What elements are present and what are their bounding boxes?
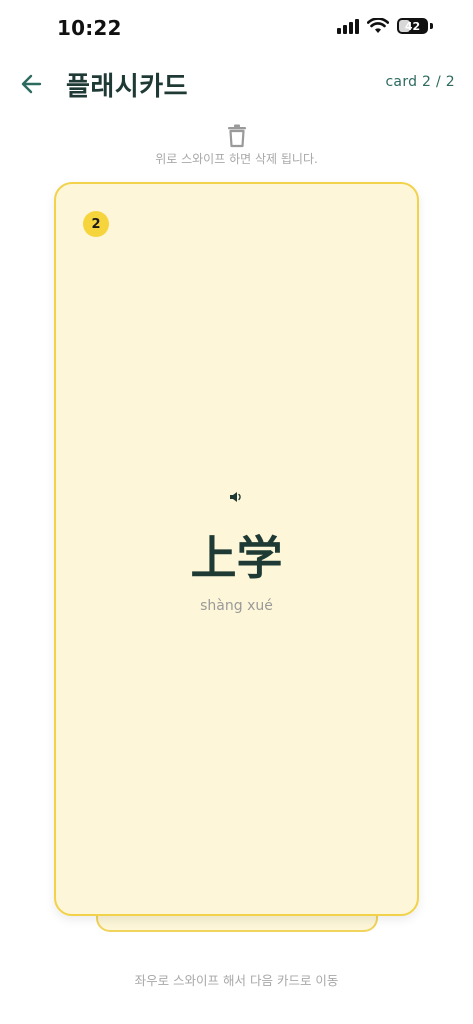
card-counter: card 2 / 2 — [385, 74, 455, 90]
back-button[interactable] — [18, 70, 46, 98]
battery-cap — [430, 23, 433, 29]
battery-level: 42 — [404, 19, 421, 33]
flashcard[interactable]: 2 上学 shàng xué — [54, 182, 419, 916]
status-bar: 10:22 42 — [0, 0, 473, 56]
delete-hint: 위로 스와이프 하면 삭제 됩니다. — [155, 152, 318, 166]
page-title: 플래시카드 — [66, 72, 189, 102]
arrow-left-icon — [21, 74, 42, 94]
cellular-signal-icon — [337, 18, 359, 34]
battery-icon: 42 — [397, 18, 428, 34]
speaker-icon[interactable] — [229, 490, 243, 504]
card-number-badge: 2 — [83, 211, 109, 237]
chinese-word: 上学 — [190, 531, 283, 585]
status-icons: 42 — [337, 18, 433, 34]
wifi-icon — [367, 18, 389, 33]
status-time: 10:22 — [57, 16, 122, 40]
app-header: 플래시카드 card 2 / 2 — [0, 56, 473, 112]
trash-icon — [228, 124, 246, 148]
swipe-navigation-hint: 좌우로 스와이프 해서 다음 카드로 이동 — [134, 973, 339, 988]
pinyin: shàng xué — [200, 598, 273, 614]
